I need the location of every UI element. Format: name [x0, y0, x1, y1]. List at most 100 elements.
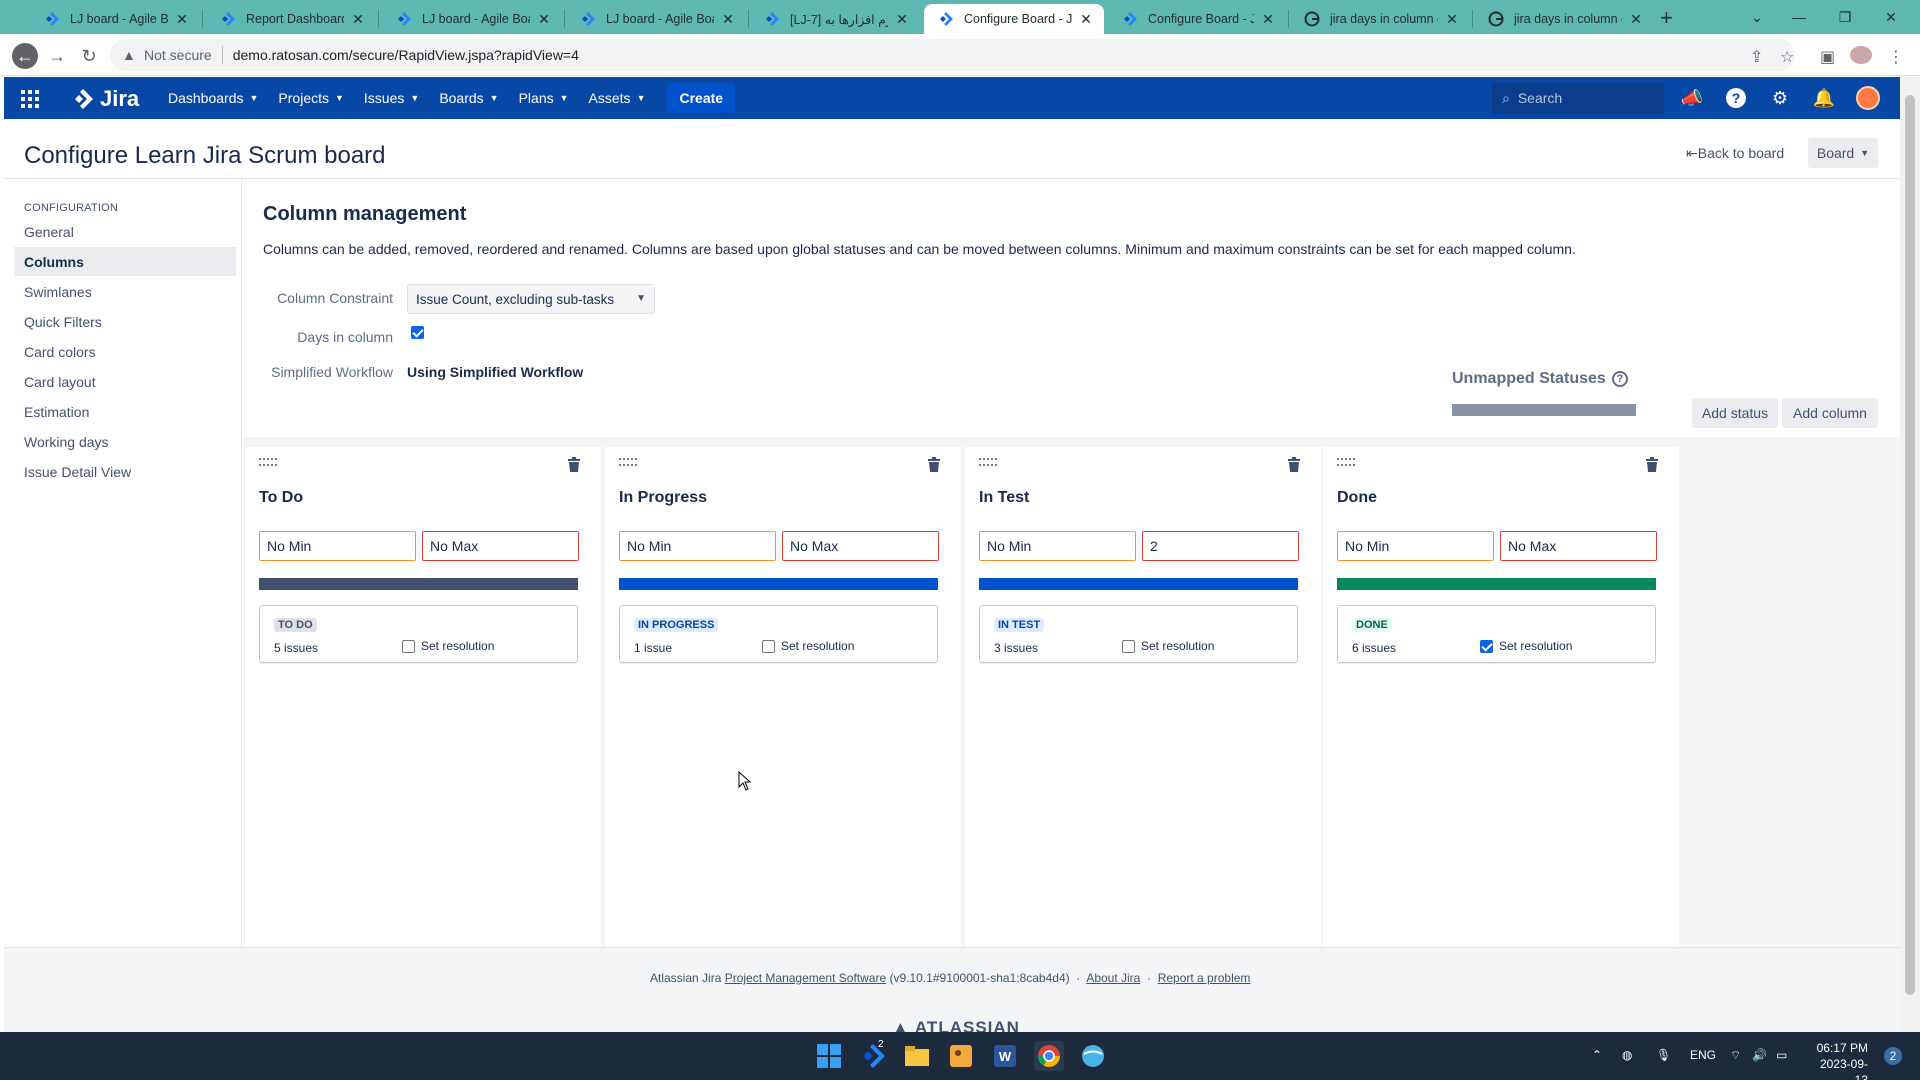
search-input[interactable]: ⌕ Search — [1492, 82, 1664, 114]
set-resolution-control[interactable]: Set resolution — [1122, 639, 1214, 653]
add-column-button[interactable]: Add column — [1782, 398, 1878, 428]
drag-handle-icon[interactable] — [979, 457, 999, 469]
close-tab-icon[interactable]: ✕ — [894, 11, 910, 28]
sidebar-item-card-layout[interactable]: Card layout — [14, 367, 236, 396]
status-card[interactable]: DONE 6 issues Set resolution — [1337, 605, 1656, 663]
close-tab-icon[interactable]: ✕ — [1260, 11, 1276, 28]
drag-handle-icon[interactable] — [259, 457, 279, 469]
nav-projects[interactable]: Projects ▼ — [278, 90, 344, 106]
column-min-input[interactable]: No Min — [979, 531, 1136, 561]
chrome-app-icon[interactable] — [1034, 1041, 1064, 1071]
sidebar-item-swimlanes[interactable]: Swimlanes — [14, 277, 236, 306]
sidebar-item-columns[interactable]: Columns — [14, 247, 236, 276]
browser-tab[interactable]: [LJ-7] نرم افزارها به ✕ — [750, 4, 920, 34]
column-max-input[interactable]: No Max — [1500, 531, 1657, 561]
board-column[interactable]: In Test No Min 2 IN TEST 3 issues Set re… — [965, 447, 1321, 948]
restore-icon[interactable]: ❐ — [1822, 0, 1868, 34]
sidebar-item-estimation[interactable]: Estimation — [14, 397, 236, 426]
browser-tab[interactable]: jira days in column do ✕ — [1474, 4, 1654, 34]
status-card[interactable]: IN PROGRESS 1 issue Set resolution — [619, 605, 938, 663]
create-button[interactable]: Create — [667, 83, 736, 113]
minimize-icon[interactable]: — — [1776, 0, 1822, 34]
drag-handle-icon[interactable] — [1337, 457, 1357, 469]
set-resolution-checkbox[interactable] — [1122, 639, 1135, 653]
nav-assets[interactable]: Assets ▼ — [589, 90, 646, 106]
paint-app-icon[interactable] — [946, 1041, 976, 1071]
status-card[interactable]: TO DO 5 issues Set resolution — [259, 605, 578, 663]
column-constraint-select[interactable]: Issue Count, excluding sub-tasks ▼ — [407, 284, 655, 314]
sidebar-item-general[interactable]: General — [14, 217, 236, 246]
jira-app-icon[interactable]: 2 — [858, 1039, 888, 1071]
browser-tab[interactable]: Report Dashboard - Jira ✕ — [206, 4, 376, 34]
sidebar-item-issue-detail-view[interactable]: Issue Detail View — [14, 457, 236, 486]
bookmark-star-icon[interactable]: ☆ — [1780, 47, 1794, 67]
app-switcher-icon[interactable] — [20, 89, 40, 109]
column-min-input[interactable]: No Min — [1337, 531, 1494, 561]
language-indicator[interactable]: ENG — [1690, 1048, 1716, 1062]
share-icon[interactable]: ⇪ — [1750, 47, 1763, 67]
browser-tab[interactable]: jira days in column do ✕ — [1290, 4, 1470, 34]
set-resolution-checkbox[interactable] — [762, 639, 775, 653]
tab-search-icon[interactable]: ⌄ — [1734, 0, 1780, 34]
scrollbar-thumb[interactable] — [1905, 95, 1915, 995]
column-max-input[interactable]: No Max — [422, 531, 579, 561]
set-resolution-control[interactable]: Set resolution — [762, 639, 854, 653]
help-icon[interactable]: ? — [1611, 371, 1628, 387]
profile-avatar-icon[interactable] — [1850, 46, 1872, 64]
browser-tab-active[interactable]: Configure Board - Jira ✕ — [924, 4, 1104, 34]
close-tab-icon[interactable]: ✕ — [1628, 11, 1644, 28]
column-min-input[interactable]: No Min — [619, 531, 776, 561]
nav-boards[interactable]: Boards ▼ — [439, 90, 498, 106]
set-resolution-checkbox[interactable] — [1480, 639, 1493, 653]
column-min-input[interactable]: No Min — [259, 531, 416, 561]
close-tab-icon[interactable]: ✕ — [174, 11, 190, 28]
trash-icon[interactable] — [1287, 457, 1301, 473]
board-column[interactable]: In Progress No Min No Max IN PROGRESS 1 … — [605, 447, 961, 948]
sidebar-item-card-colors[interactable]: Card colors — [14, 337, 236, 366]
nav-issues[interactable]: Issues ▼ — [364, 90, 419, 106]
back-to-board-link[interactable]: ⇤Back to board — [1686, 145, 1784, 162]
board-column[interactable]: To Do No Min No Max TO DO 5 issues Set r… — [245, 447, 601, 948]
days-in-column-checkbox[interactable] — [411, 326, 424, 339]
status-card[interactable]: IN TEST 3 issues Set resolution — [979, 605, 1298, 663]
footer-pms-link[interactable]: Project Management Software — [725, 971, 886, 985]
column-name[interactable]: To Do — [259, 489, 303, 507]
board-dropdown-button[interactable]: Board ▼ — [1808, 138, 1878, 168]
set-resolution-control[interactable]: Set resolution — [1480, 639, 1572, 653]
board-column[interactable]: Done No Min No Max DONE 6 issues Set res… — [1323, 447, 1679, 948]
browser-tab[interactable]: LJ board - Agile Board ✕ — [30, 4, 200, 34]
column-name[interactable]: Done — [1337, 489, 1377, 507]
close-tab-icon[interactable]: ✕ — [350, 11, 366, 28]
set-resolution-checkbox[interactable] — [402, 639, 415, 653]
nav-plans[interactable]: Plans ▼ — [519, 90, 569, 106]
new-tab-icon[interactable]: + — [1660, 5, 1673, 31]
notification-count-badge[interactable]: 2 — [1884, 1047, 1902, 1065]
sidebar-item-working-days[interactable]: Working days — [14, 427, 236, 456]
close-tab-icon[interactable]: ✕ — [536, 11, 552, 28]
trash-icon[interactable] — [567, 457, 581, 473]
close-tab-icon[interactable]: ✕ — [1444, 11, 1460, 28]
clock[interactable]: 06:17 PM 2023-09-13 — [1808, 1040, 1868, 1080]
help-icon[interactable]: ? — [1724, 86, 1748, 110]
sidebar-item-quick-filters[interactable]: Quick Filters — [14, 307, 236, 336]
set-resolution-control[interactable]: Set resolution — [402, 639, 494, 653]
drag-handle-icon[interactable] — [619, 457, 639, 469]
browser-tab[interactable]: LJ board - Agile Board ✕ — [566, 4, 746, 34]
close-window-icon[interactable]: ✕ — [1868, 0, 1914, 34]
browser-app-icon[interactable] — [1078, 1041, 1108, 1071]
column-name[interactable]: In Test — [979, 489, 1029, 507]
chevron-up-icon[interactable]: ⌃ — [1592, 1048, 1602, 1062]
word-app-icon[interactable]: W — [990, 1041, 1020, 1071]
back-icon[interactable]: ← — [12, 43, 38, 69]
user-avatar[interactable] — [1856, 86, 1880, 110]
nav-dashboards[interactable]: Dashboards ▼ — [168, 90, 258, 106]
add-status-button[interactable]: Add status — [1692, 398, 1778, 428]
file-explorer-icon[interactable] — [902, 1041, 932, 1071]
column-max-input[interactable]: No Max — [782, 531, 939, 561]
browser-tab[interactable]: LJ board - Agile Board ✕ — [382, 4, 562, 34]
warning-icon[interactable]: ▲ — [122, 47, 138, 63]
about-jira-link[interactable]: About Jira — [1086, 971, 1140, 985]
close-tab-icon[interactable]: ✕ — [720, 11, 736, 28]
microphone-icon[interactable]: 🎙 — [1656, 1048, 1671, 1062]
jira-logo[interactable]: Jira — [72, 86, 139, 112]
